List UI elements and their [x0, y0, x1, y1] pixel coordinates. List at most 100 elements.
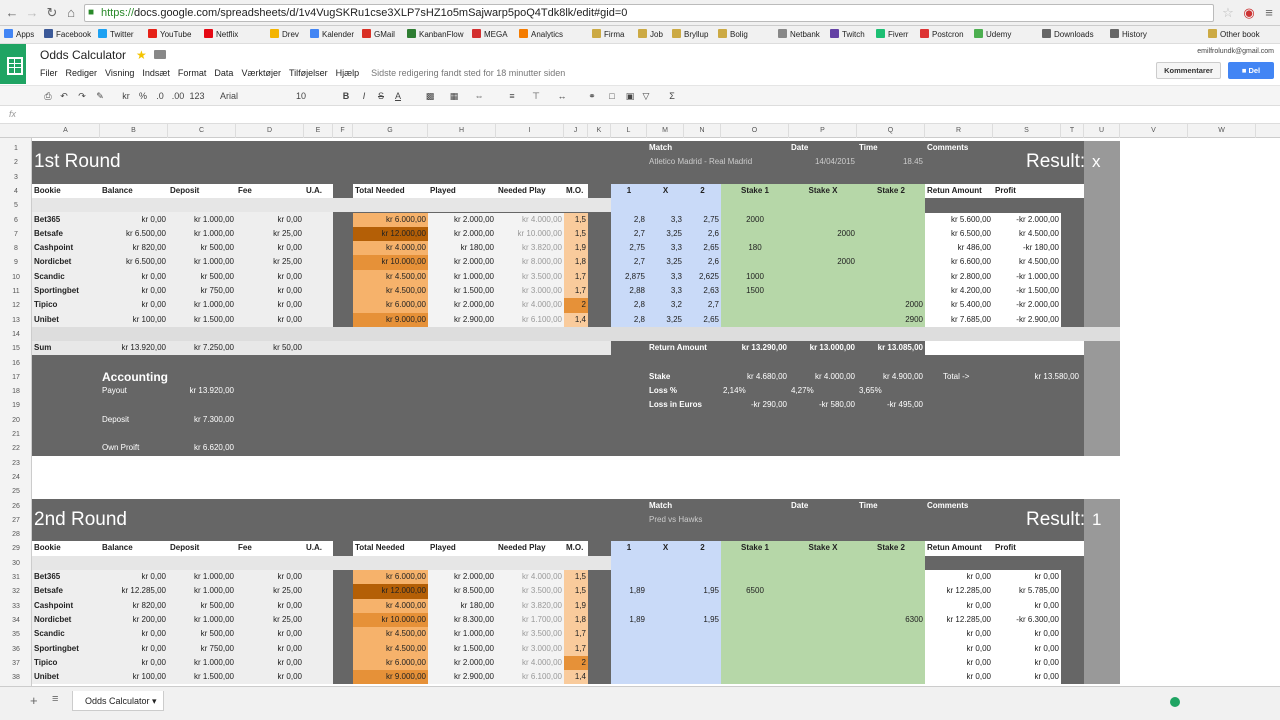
user-email[interactable]: emilfrolundk@gmail.com — [1197, 48, 1274, 55]
bookie-total-cell[interactable]: kr 4.500,00 — [355, 627, 426, 641]
fill-color-icon[interactable]: ▩ — [424, 89, 436, 103]
bookie-o2-cell[interactable]: 2,65 — [686, 241, 719, 255]
extension-icon[interactable]: ◉ — [1241, 5, 1257, 21]
header-s1[interactable]: Stake 1 — [723, 541, 787, 555]
star-icon[interactable]: ★ — [136, 48, 147, 62]
row-header[interactable]: 15 — [0, 343, 32, 357]
bookie-ox-cell[interactable] — [649, 627, 682, 641]
summary-x[interactable]: kr 4.000,00 — [791, 370, 855, 384]
row-header[interactable]: 22 — [0, 443, 32, 457]
row-header[interactable]: 34 — [0, 615, 32, 629]
row-header[interactable]: 19 — [0, 400, 32, 414]
bookie-deposit-cell[interactable]: kr 1.000,00 — [170, 213, 234, 227]
bookie-name-cell[interactable]: Betsafe — [34, 584, 98, 598]
row-header[interactable]: 18 — [0, 386, 32, 400]
print-icon[interactable]: ⎙ — [42, 89, 54, 103]
bookie-mo-cell[interactable]: 1,7 — [566, 627, 586, 641]
comments-button[interactable]: Kommentarer — [1156, 62, 1221, 79]
date-label[interactable]: Date — [791, 141, 855, 155]
column-header-c[interactable]: C — [168, 124, 236, 138]
reload-icon[interactable]: ↻ — [44, 5, 60, 21]
bookie-s2-cell[interactable] — [859, 213, 923, 227]
bookie-profit-cell[interactable]: kr 5.785,00 — [995, 584, 1059, 598]
bookie-name-cell[interactable]: Bet365 — [34, 213, 98, 227]
bookie-mo-cell[interactable]: 1,9 — [566, 599, 586, 613]
bookmark-item[interactable]: KanbanFlow — [407, 26, 463, 44]
bookie-name-cell[interactable]: Cashpoint — [34, 241, 98, 255]
column-header-k[interactable]: K — [588, 124, 611, 138]
header-fee[interactable]: Fee — [238, 541, 302, 555]
bookie-fee-cell[interactable]: kr 0,00 — [238, 284, 302, 298]
row-header[interactable]: 23 — [0, 458, 32, 472]
column-header-m[interactable]: M — [647, 124, 684, 138]
bookie-needed-cell[interactable]: kr 3.500,00 — [498, 584, 562, 598]
row-header[interactable]: 25 — [0, 486, 32, 500]
bookie-sx-cell[interactable] — [791, 241, 855, 255]
summary-x[interactable]: 4,27% — [791, 384, 855, 398]
align-left-icon[interactable]: ≡ — [506, 89, 518, 103]
header-ua[interactable]: U.A. — [306, 184, 331, 198]
bookie-total-cell[interactable]: kr 10.000,00 — [355, 255, 426, 269]
bookmark-item[interactable]: Bryllup — [672, 26, 708, 44]
bookie-profit-cell[interactable]: -kr 6.300,00 — [995, 613, 1059, 627]
bookmark-item[interactable]: History — [1110, 26, 1147, 44]
header-mo[interactable]: M.O. — [566, 541, 586, 555]
header-total_needed[interactable]: Total Needed — [355, 541, 426, 555]
bookie-o2-cell[interactable] — [686, 570, 719, 584]
summary-1[interactable]: kr 4.680,00 — [723, 370, 787, 384]
bookie-profit-cell[interactable]: -kr 2.000,00 — [995, 298, 1059, 312]
bookie-ret-cell[interactable]: kr 0,00 — [927, 599, 991, 613]
undo-icon[interactable]: ↶ — [58, 89, 70, 103]
bookie-needed-cell[interactable]: kr 1.700,00 — [498, 613, 562, 627]
bookie-total-cell[interactable]: kr 6.000,00 — [355, 213, 426, 227]
bookie-o2-cell[interactable] — [686, 642, 719, 656]
bookie-needed-cell[interactable]: kr 4.000,00 — [498, 570, 562, 584]
column-header-p[interactable]: P — [789, 124, 857, 138]
text-wrap-icon[interactable]: ↔ — [556, 89, 568, 103]
bookie-played-cell[interactable]: kr 8.500,00 — [430, 584, 494, 598]
column-header-t[interactable]: T — [1061, 124, 1084, 138]
bookie-mo-cell[interactable]: 1,5 — [566, 584, 586, 598]
column-header-i[interactable]: I — [496, 124, 564, 138]
menu-item[interactable]: Data — [214, 68, 233, 78]
row-header[interactable]: 35 — [0, 629, 32, 643]
match-name[interactable]: Pred vs Hawks — [649, 513, 799, 527]
bookie-s1-cell[interactable]: 2000 — [723, 213, 787, 227]
summary-2[interactable]: kr 4.900,00 — [859, 370, 923, 384]
font-size-select[interactable]: 10 — [294, 89, 308, 103]
bookie-s2-cell[interactable] — [859, 284, 923, 298]
bookmark-item[interactable]: Netbank — [778, 26, 820, 44]
bookie-profit-cell[interactable]: -kr 1.500,00 — [995, 284, 1059, 298]
column-header-q[interactable]: Q — [857, 124, 925, 138]
row-header[interactable]: 33 — [0, 601, 32, 615]
formula-bar[interactable]: fx — [0, 106, 1280, 124]
bookie-mo-cell[interactable]: 1,9 — [566, 241, 586, 255]
bookie-name-cell[interactable]: Tipico — [34, 656, 98, 670]
bookie-o1-cell[interactable]: 2,75 — [613, 241, 645, 255]
bookie-mo-cell[interactable]: 1,5 — [566, 213, 586, 227]
bookmark-item[interactable]: Bolig — [718, 26, 748, 44]
bookie-s1-cell[interactable] — [723, 570, 787, 584]
bookie-ret-cell[interactable]: kr 6.500,00 — [927, 227, 991, 241]
bookie-played-cell[interactable]: kr 1.500,00 — [430, 642, 494, 656]
bookie-mo-cell[interactable]: 1,5 — [566, 570, 586, 584]
menu-item[interactable]: Visning — [105, 68, 134, 78]
bookie-name-cell[interactable]: Sportingbet — [34, 284, 98, 298]
column-header-f[interactable]: F — [333, 124, 353, 138]
bookie-o1-cell[interactable] — [613, 670, 645, 684]
bookie-mo-cell[interactable]: 1,4 — [566, 670, 586, 684]
bookie-o1-cell[interactable] — [613, 627, 645, 641]
bookie-sx-cell[interactable] — [791, 570, 855, 584]
bookie-played-cell[interactable]: kr 8.300,00 — [430, 613, 494, 627]
bookie-s2-cell[interactable]: 2900 — [859, 313, 923, 327]
italic-icon[interactable]: I — [358, 89, 370, 103]
bookmark-item[interactable]: Downloads — [1042, 26, 1094, 44]
bookmark-item[interactable]: Kalender — [310, 26, 354, 44]
header-s1[interactable]: Stake 1 — [723, 184, 787, 198]
column-header-v[interactable]: V — [1120, 124, 1188, 138]
bookie-o1-cell[interactable] — [613, 599, 645, 613]
bookie-o1-cell[interactable]: 2,8 — [613, 313, 645, 327]
bookie-sx-cell[interactable] — [791, 284, 855, 298]
bookie-ret-cell[interactable]: kr 6.600,00 — [927, 255, 991, 269]
accounting-own-value[interactable]: kr 6.620,00 — [170, 441, 234, 455]
